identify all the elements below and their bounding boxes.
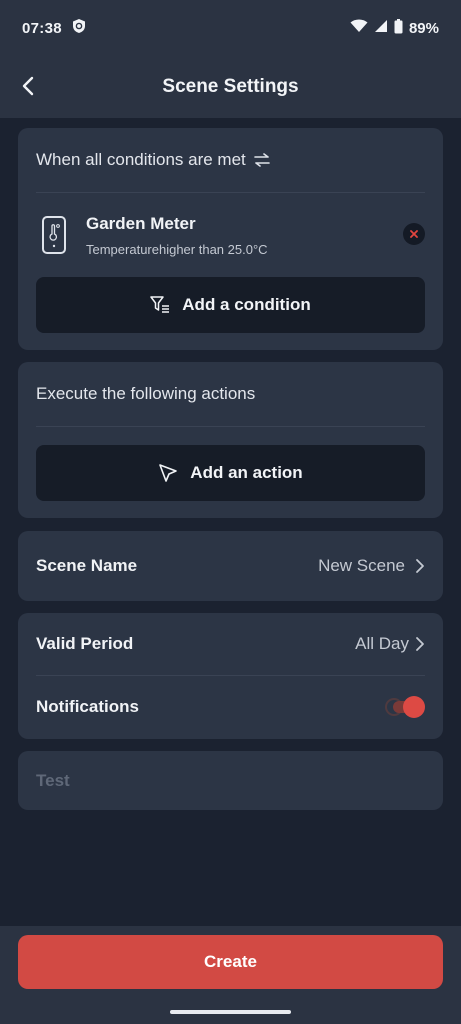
back-button[interactable] — [14, 72, 42, 100]
bottom-bar: Create — [0, 926, 461, 1024]
valid-period-label: Valid Period — [36, 634, 134, 653]
sensor-thermometer-icon — [42, 216, 66, 254]
condition-device-name: Garden Meter — [86, 213, 196, 233]
battery-percent: 89% — [408, 19, 439, 37]
main-content: When all conditions are met Garden Meter… — [0, 118, 461, 926]
conditions-card: When all conditions are met Garden Meter… — [18, 128, 443, 350]
status-indicators: 89% — [350, 18, 439, 38]
status-time: 07:38 — [22, 19, 62, 37]
scene-name-card[interactable]: Scene Name New Scene — [18, 531, 443, 601]
chevron-right-icon — [416, 559, 424, 573]
add-condition-label: Add a condition — [182, 295, 311, 314]
conditions-header-label: When all conditions are met — [36, 150, 246, 169]
remove-condition-button[interactable] — [403, 223, 425, 245]
shield-icon — [72, 18, 86, 38]
scene-name-row[interactable]: Scene Name New Scene — [18, 531, 443, 601]
condition-text: Garden Meter Temperaturehigher than 25.0… — [86, 214, 268, 257]
actions-header: Execute the following actions — [18, 362, 443, 426]
create-button[interactable]: Create — [18, 935, 443, 989]
battery-icon — [394, 18, 403, 38]
actions-card: Execute the following actions Add an act… — [18, 362, 443, 518]
filter-add-icon — [150, 296, 170, 313]
scene-name-label: Scene Name — [36, 556, 138, 575]
conditions-header[interactable]: When all conditions are met — [18, 128, 443, 192]
valid-period-value: All Day — [355, 634, 409, 653]
chevron-right-icon — [416, 637, 424, 651]
app-bar: Scene Settings — [0, 56, 461, 118]
chevron-left-icon — [22, 76, 34, 96]
valid-period-row[interactable]: Valid Period All Day — [18, 613, 443, 675]
condition-item[interactable]: Garden Meter Temperaturehigher than 25.0… — [18, 193, 443, 277]
status-bar: 07:38 89% — [0, 0, 461, 56]
toggle-knob — [403, 696, 425, 718]
swap-arrows-icon[interactable] — [253, 153, 270, 167]
test-row[interactable]: Test — [18, 751, 443, 810]
valid-period-value-wrap: All Day — [355, 634, 425, 654]
notifications-label: Notifications — [36, 697, 139, 716]
cursor-arrow-icon — [159, 464, 178, 482]
add-action-label: Add an action — [190, 463, 303, 482]
close-icon — [410, 230, 418, 238]
wifi-icon — [350, 19, 368, 37]
scene-name-value-wrap: New Scene — [318, 556, 425, 576]
signal-icon — [374, 19, 388, 37]
test-card[interactable]: Test — [18, 751, 443, 810]
condition-description: Temperaturehigher than 25.0°C — [86, 241, 268, 257]
test-label: Test — [36, 770, 70, 790]
settings-card: Valid Period All Day Notifications — [18, 613, 443, 739]
page-title: Scene Settings — [162, 76, 299, 97]
notifications-toggle[interactable] — [385, 695, 425, 719]
add-action-button[interactable]: Add an action — [36, 445, 425, 501]
notifications-row: Notifications — [18, 676, 443, 738]
actions-header-label: Execute the following actions — [36, 384, 256, 403]
home-indicator[interactable] — [170, 1010, 291, 1014]
add-condition-button[interactable]: Add a condition — [36, 277, 425, 333]
scene-name-value: New Scene — [318, 556, 405, 575]
